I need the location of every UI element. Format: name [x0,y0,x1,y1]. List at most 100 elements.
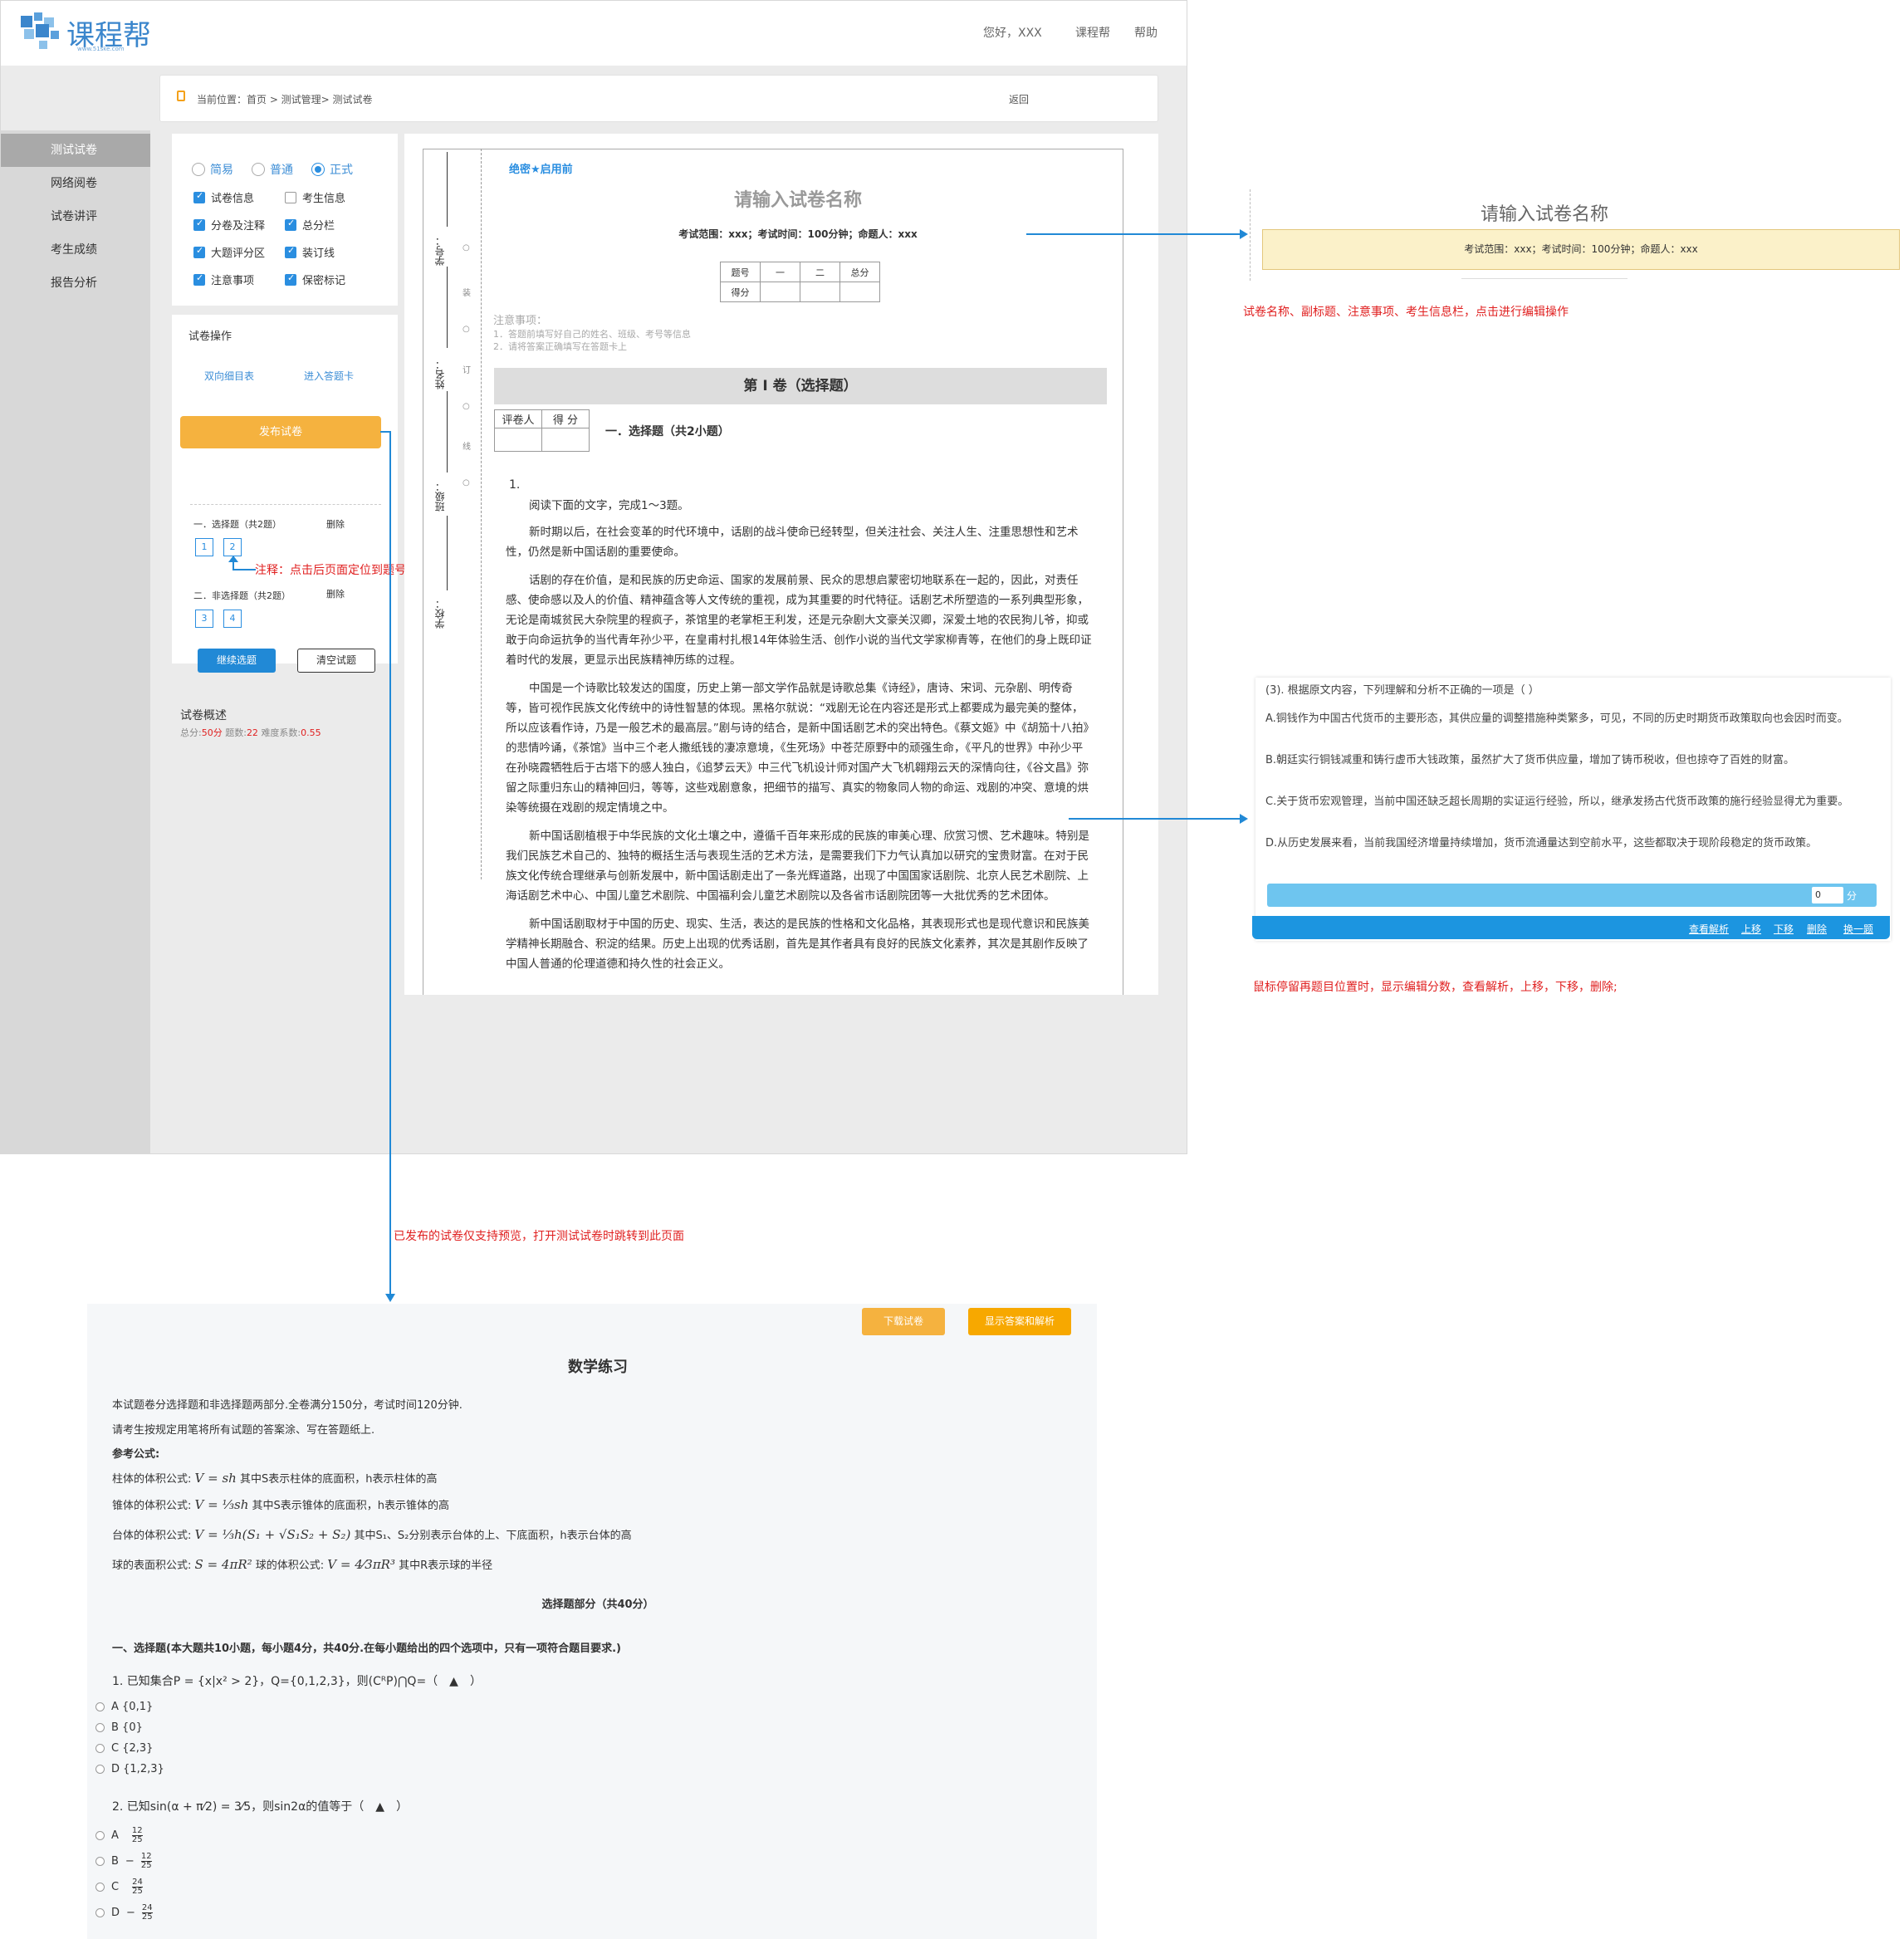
option-sign: − [126,1907,135,1919]
checkbox-label: 大题评分区 [211,247,266,260]
binding-line [447,516,448,590]
edit-subtitle-field[interactable]: 考试范围：xxx；考试时间：100分钟；命题人：xxx [1262,229,1900,270]
checkbox-checked-icon [193,272,205,286]
notes-title[interactable]: 注意事项： [493,311,547,327]
top-bar: 课程帮 www.51ske.com 您好，XXX 课程帮 帮助 [1,1,1187,66]
radio-label: 普通 [270,164,293,177]
binding-label-number[interactable]: 学号： [433,236,447,266]
sidebar-item-online-marking[interactable]: 网络阅卷 [1,167,150,200]
option-letter: B [111,1855,119,1868]
radio-circle-icon [192,163,205,176]
question-number-button[interactable]: 2 [223,538,242,556]
passage-instruction: 阅读下面的文字，完成1～3题。 [529,499,689,512]
checkbox-label: 分卷及注释 [211,220,266,233]
checkbox-checked-icon [193,245,205,258]
edit-preview-title[interactable]: 请输入试卷名称 [1481,199,1608,226]
paper-title[interactable]: 请输入试卷名称 [466,185,1130,212]
continue-select-button[interactable]: 继续选题 [198,649,276,673]
radio-circle-icon [95,1702,105,1711]
checkbox-sections[interactable]: 分卷及注释 [193,217,265,233]
question-number-button[interactable]: 1 [195,538,213,556]
radio-normal[interactable]: 普通 [252,161,293,178]
view-analysis-link[interactable]: 查看解析 [1689,922,1729,936]
radio-easy[interactable]: 简易 [192,161,233,178]
option-q1-b[interactable]: B {0} [95,1721,143,1734]
formula-label: 台体的体积公式: [112,1530,192,1542]
option-label: D {1,2,3} [111,1763,164,1775]
checkbox-label: 总分栏 [302,220,335,233]
question-number-button[interactable]: 4 [223,610,242,628]
delete-link[interactable]: 删除 [1807,922,1827,936]
option-q2-c[interactable]: C 24 25 [95,1878,143,1896]
nav-course[interactable]: 课程帮 [1075,24,1110,41]
logo-url: www.51ske.com [77,46,125,52]
option-q1-d[interactable]: D {1,2,3} [95,1763,164,1775]
fraction-den: 25 [140,1861,152,1870]
two-way-table-link[interactable]: 双向细目表 [204,369,254,383]
clear-questions-button[interactable]: 清空试题 [297,649,375,673]
option-fraction: 12 25 [140,1853,152,1870]
binding-mark: 订 [463,366,471,375]
answer-card-link[interactable]: 进入答题卡 [304,369,354,383]
passage-paragraph: 中国是一个诗歌比较发达的国度，历史上第一部文学作品就是诗歌总集《诗经》，唐诗、宋… [506,682,1089,815]
option-q2-d[interactable]: D −24 25 [95,1904,153,1922]
nav-help[interactable]: 帮助 [1134,24,1158,41]
secret-mark[interactable]: 绝密★启用前 [509,160,573,176]
publish-button[interactable]: 发布试卷 [180,416,381,448]
divider [190,504,381,505]
back-link[interactable]: 返回 [1009,92,1029,106]
section-label-nonchoice: 二．非选择题（共2题） [193,590,291,601]
hover-option: B.朝廷实行铜钱减重和铸行虚币大钱政策，虽然扩大了货币供应量，增加了铸币税收，但… [1265,754,1795,766]
checkbox-label: 注意事项 [211,275,255,287]
checkbox-total-score[interactable]: 总分栏 [285,217,335,233]
checkbox-binding-line[interactable]: 装订线 [285,244,335,260]
question-number-button[interactable]: 3 [195,610,213,628]
checkbox-checked-icon [193,218,205,231]
checkbox-paper-info[interactable]: 试卷信息 [193,189,254,205]
checkbox-secret-mark[interactable]: 保密标记 [285,272,345,287]
formula-expression: S = 4πR² [194,1557,252,1572]
breadcrumb: 当前位置：首页 > 测试管理> 测试试卷 返回 [159,75,1158,122]
formula-description: 其中R表示球的半径 [399,1560,493,1572]
question-action-bar [1252,916,1890,939]
grader-header: 得 分 [541,409,590,428]
checkbox-grading-area[interactable]: 大题评分区 [193,244,265,260]
radio-formal[interactable]: 正式 [311,161,353,178]
score-input[interactable]: 0 [1812,887,1843,903]
binding-label-school[interactable]: 学校： [433,599,447,629]
option-letter: D [111,1907,120,1919]
option-q2-b[interactable]: B −12 25 [95,1853,152,1870]
question-number: 1. [509,478,521,492]
grader-cell [541,428,590,452]
binding-line [447,267,448,348]
hover-option: D.从历史发展来看，当前我国经济增量持续增加，货币流通量达到空前水平，这些都取决… [1265,837,1818,850]
bookmark-icon [177,91,185,101]
overview-stats: 总分:50分 题数:22 难度系数:0.55 [180,726,321,739]
move-down-link[interactable]: 下移 [1774,922,1794,936]
download-paper-button[interactable]: 下载试卷 [862,1308,945,1335]
sidebar-item-report[interactable]: 报告分析 [1,267,150,300]
checkbox-notes[interactable]: 注意事项 [193,272,254,287]
score-table: 题号 一 二 总分 得分 [720,262,880,302]
logo-mark-icon [21,16,32,27]
move-up-link[interactable]: 上移 [1741,922,1761,936]
sidebar-item-test-paper[interactable]: 测试试卷 [1,134,150,167]
delete-section-1[interactable]: 删除 [326,517,345,531]
show-answers-button[interactable]: 显示答案和解析 [968,1308,1071,1335]
binding-dashed-line [481,149,482,879]
option-q1-c[interactable]: C {2,3} [95,1742,153,1755]
replace-question-link[interactable]: 换一题 [1843,922,1873,936]
option-q2-a[interactable]: A 12 25 [95,1827,143,1844]
radio-circle-icon [252,163,265,176]
sidebar-item-paper-review[interactable]: 试卷讲评 [1,200,150,233]
checkbox-student-info[interactable]: 考生信息 [285,189,345,205]
reading-passage[interactable]: 阅读下面的文字，完成1～3题。 新时期以后，在社会变革的时代环境中，话剧的战斗使… [506,496,1092,982]
binding-label-class[interactable]: 班级： [433,482,447,512]
option-q1-a[interactable]: A {0,1} [95,1701,153,1713]
sidebar-item-scores[interactable]: 考生成绩 [1,233,150,267]
delete-section-2[interactable]: 删除 [326,587,345,600]
binding-label-name[interactable]: 姓名： [433,360,447,389]
user-greeting[interactable]: 您好，XXX [983,24,1042,41]
logo[interactable]: 课程帮 www.51ske.com [21,12,162,54]
note-line: 2．请将答案正确填写在答题卡上 [493,341,627,352]
